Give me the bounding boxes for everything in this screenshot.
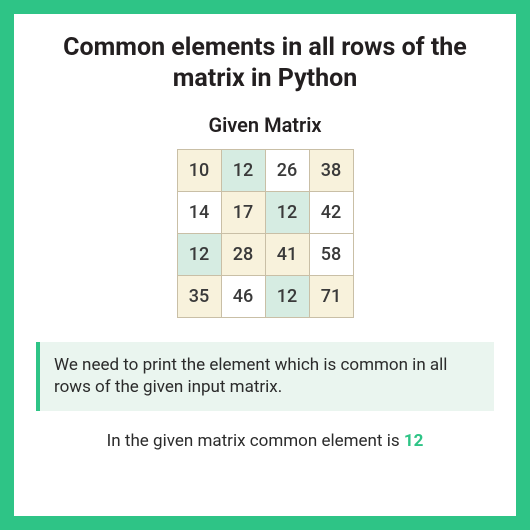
- matrix-grid: 10122638141712421228415835461271: [177, 149, 354, 318]
- matrix-cell: 26: [265, 149, 309, 191]
- result-prefix: In the given matrix common element is: [107, 431, 404, 451]
- matrix-cell: 71: [309, 275, 353, 317]
- matrix-cell: 35: [177, 275, 221, 317]
- matrix-cell: 41: [265, 233, 309, 275]
- matrix-cell: 28: [221, 233, 265, 275]
- matrix-body: 10122638141712421228415835461271: [177, 149, 353, 317]
- matrix-cell: 10: [177, 149, 221, 191]
- content-panel: Common elements in all rows of the matri…: [14, 14, 516, 516]
- matrix-cell: 12: [265, 191, 309, 233]
- matrix-cell: 12: [221, 149, 265, 191]
- matrix-row: 35461271: [177, 275, 353, 317]
- matrix-row: 12284158: [177, 233, 353, 275]
- common-value: 12: [404, 431, 424, 451]
- matrix-cell: 58: [309, 233, 353, 275]
- matrix-cell: 46: [221, 275, 265, 317]
- page-title: Common elements in all rows of the matri…: [36, 32, 494, 95]
- matrix-row: 14171242: [177, 191, 353, 233]
- matrix-cell: 42: [309, 191, 353, 233]
- matrix-row: 10122638: [177, 149, 353, 191]
- matrix-cell: 38: [309, 149, 353, 191]
- matrix-cell: 14: [177, 191, 221, 233]
- explanation-box: We need to print the element which is co…: [36, 342, 494, 412]
- result-line: In the given matrix common element is 12: [107, 431, 424, 451]
- matrix-cell: 12: [177, 233, 221, 275]
- matrix-cell: 12: [265, 275, 309, 317]
- matrix-subtitle: Given Matrix: [208, 113, 321, 137]
- matrix-cell: 17: [221, 191, 265, 233]
